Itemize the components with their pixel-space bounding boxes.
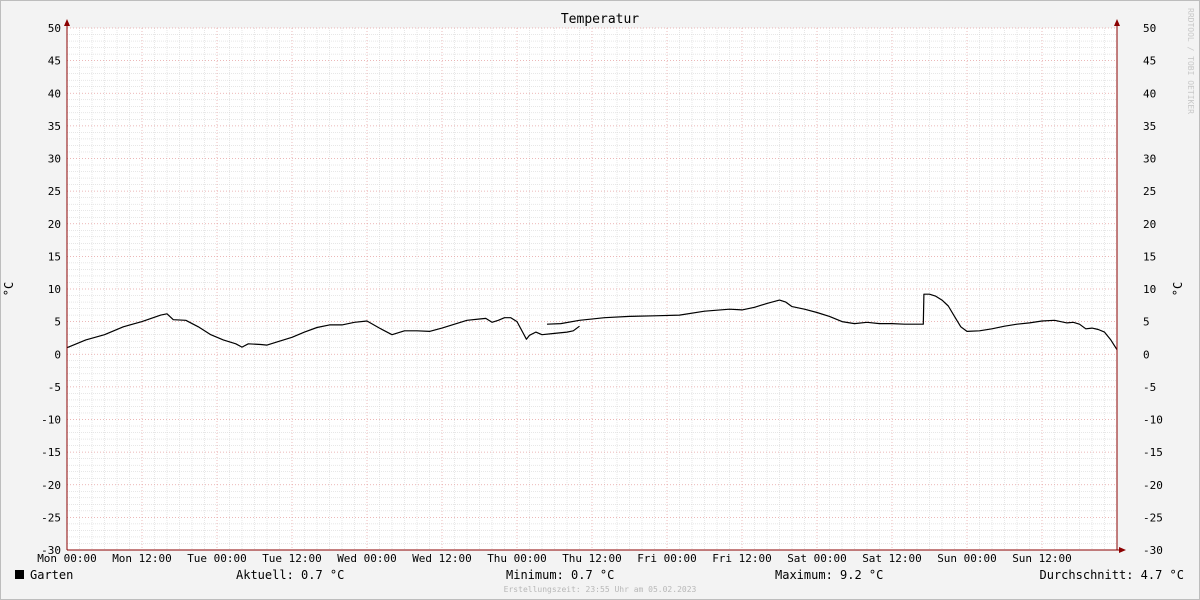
- y-tick-label: -25: [41, 511, 61, 524]
- y-tick-label: 20: [1143, 218, 1156, 231]
- y-tick-label: -5: [1143, 381, 1156, 394]
- x-tick-label: Thu 12:00: [562, 552, 622, 565]
- y-tick-label: -15: [1143, 446, 1163, 459]
- chart-root: Temperatur 50 45 40 35 30 25 20 15 10 5 0 -5 -10 -15-…: [0, 0, 1200, 600]
- x-tick-label: Wed 12:00: [412, 552, 472, 565]
- x-tick-label: Sat 00:00: [787, 552, 847, 565]
- y-tick-label: 50: [1143, 22, 1156, 35]
- y-tick-label: 0: [54, 348, 61, 361]
- rrdtool-watermark: RRDTOOL / TOBI OETIKER: [1186, 8, 1195, 114]
- y-tick-label: -10: [1143, 414, 1163, 427]
- y-tick-label: 40: [48, 87, 61, 100]
- y-tick-label: -15: [41, 446, 61, 459]
- y-tick-label: 35: [48, 120, 61, 133]
- x-tick-label: Sun 12:00: [1012, 552, 1072, 565]
- legend-series-name: Garten: [30, 568, 73, 582]
- y-tick-label: 45: [1143, 55, 1156, 68]
- x-tick-label: Thu 00:00: [487, 552, 547, 565]
- y-tick-label: 25: [48, 185, 61, 198]
- x-tick-label: Sat 12:00: [862, 552, 922, 565]
- x-tick-label: Tue 00:00: [187, 552, 247, 565]
- x-tick-label: Mon 12:00: [112, 552, 172, 565]
- x-tick-label: Wed 00:00: [337, 552, 397, 565]
- x-tick-label: Mon 00:00: [37, 552, 97, 565]
- y-tick-label: 0: [1143, 348, 1150, 361]
- legend-current: Aktuell: 0.7 °C: [236, 568, 344, 582]
- y-tick-label: 15: [48, 250, 61, 263]
- temperature-chart: Temperatur 50454035302520151050-5-10-15-…: [0, 0, 1200, 600]
- y-tick-label: 35: [1143, 120, 1156, 133]
- y-tick-label: 5: [54, 316, 61, 329]
- y-tick-label: -30: [1143, 544, 1163, 557]
- y-tick-label: -10: [41, 414, 61, 427]
- y-axis-label-left: °C: [2, 282, 16, 296]
- y-tick-label: 20: [48, 218, 61, 231]
- legend-minimum: Minimum: 0.7 °C: [506, 568, 614, 582]
- y-tick-label: 10: [1143, 283, 1156, 296]
- x-tick-label: Fri 00:00: [637, 552, 697, 565]
- creation-time-footer: Erstellungszeit: 23:55 Uhr am 05.02.2023: [504, 585, 697, 594]
- legend-average: Durchschnitt: 4.7 °C: [1040, 568, 1185, 582]
- y-tick-label: 10: [48, 283, 61, 296]
- x-tick-label: Sun 00:00: [937, 552, 997, 565]
- y-tick-label: 25: [1143, 185, 1156, 198]
- legend-swatch: [15, 570, 24, 579]
- y-tick-label: 45: [48, 55, 61, 68]
- chart-title: Temperatur: [561, 12, 639, 27]
- y-tick-label: -25: [1143, 511, 1163, 524]
- y-tick-label: 50: [48, 22, 61, 35]
- x-tick-label: Fri 12:00: [712, 552, 772, 565]
- x-tick-label: Tue 12:00: [262, 552, 322, 565]
- legend-maximum: Maximum: 9.2 °C: [775, 568, 883, 582]
- y-axis-label-right: °C: [1171, 282, 1185, 296]
- y-tick-label: 30: [48, 153, 61, 166]
- y-tick-label: 30: [1143, 153, 1156, 166]
- y-tick-label: -20: [41, 479, 61, 492]
- y-tick-label: 15: [1143, 250, 1156, 263]
- y-tick-label: -5: [48, 381, 61, 394]
- y-tick-label: -20: [1143, 479, 1163, 492]
- y-tick-label: 40: [1143, 87, 1156, 100]
- y-tick-label: 5: [1143, 316, 1150, 329]
